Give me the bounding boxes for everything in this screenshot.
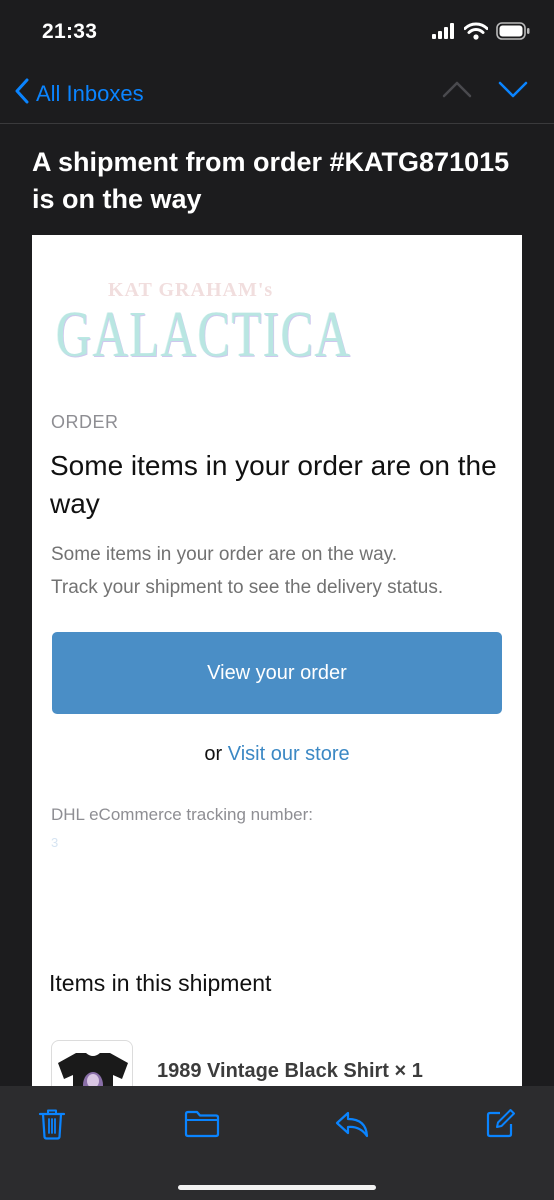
store-line: or Visit our store <box>32 743 522 766</box>
status-icons <box>432 21 530 45</box>
body-line-2: Track your shipment to see the delivery … <box>51 577 444 598</box>
reply-icon <box>335 1110 369 1143</box>
back-label: All Inboxes <box>36 81 144 106</box>
email-body-text: Some items in your order are on the way.… <box>51 538 511 604</box>
brand-logo: KAT GRAHAM's GALACTICA <box>56 279 350 379</box>
order-eyebrow: ORDER <box>51 412 119 432</box>
chevron-down-icon[interactable] <box>498 80 528 103</box>
tracking-number[interactable]: 3 <box>51 835 58 850</box>
reply-button[interactable] <box>332 1106 372 1146</box>
status-time: 21:33 <box>42 20 98 43</box>
trash-icon <box>38 1108 66 1145</box>
items-heading: Items in this shipment <box>49 970 272 996</box>
email-subject: A shipment from order #KATG871015 is on … <box>32 147 510 214</box>
compose-button[interactable] <box>480 1106 520 1146</box>
logo-main-text: GALACTICA <box>56 298 352 371</box>
home-indicator[interactable] <box>178 1185 376 1190</box>
folder-icon <box>184 1110 220 1143</box>
view-order-button[interactable]: View your order <box>52 632 502 714</box>
view-order-label: View your order <box>207 661 347 684</box>
cellular-signal-icon <box>432 22 456 44</box>
trash-button[interactable] <box>32 1106 72 1146</box>
compose-icon <box>484 1108 516 1145</box>
email-body: KAT GRAHAM's GALACTICA ORDER Some items … <box>32 235 522 1095</box>
store-prefix: or <box>204 743 223 765</box>
message-navigation <box>442 80 528 103</box>
tracking-label: DHL eCommerce tracking number: <box>51 805 314 824</box>
item-title: 1989 Vintage Black Shirt × 1 <box>157 1060 423 1082</box>
chevron-up-icon[interactable] <box>442 80 472 103</box>
move-to-folder-button[interactable] <box>182 1106 222 1146</box>
nav-bar: All Inboxes <box>0 62 554 124</box>
status-bar: 21:33 <box>0 0 554 62</box>
battery-icon <box>496 21 530 45</box>
visit-store-link[interactable]: Visit our store <box>228 743 350 765</box>
back-button[interactable]: All Inboxes <box>14 78 144 110</box>
bottom-toolbar <box>0 1086 554 1200</box>
chevron-left-icon <box>14 78 30 110</box>
wifi-icon <box>463 22 489 45</box>
body-line-1: Some items in your order are on the way. <box>51 544 398 565</box>
email-headline: Some items in your order are on the way <box>50 450 497 519</box>
